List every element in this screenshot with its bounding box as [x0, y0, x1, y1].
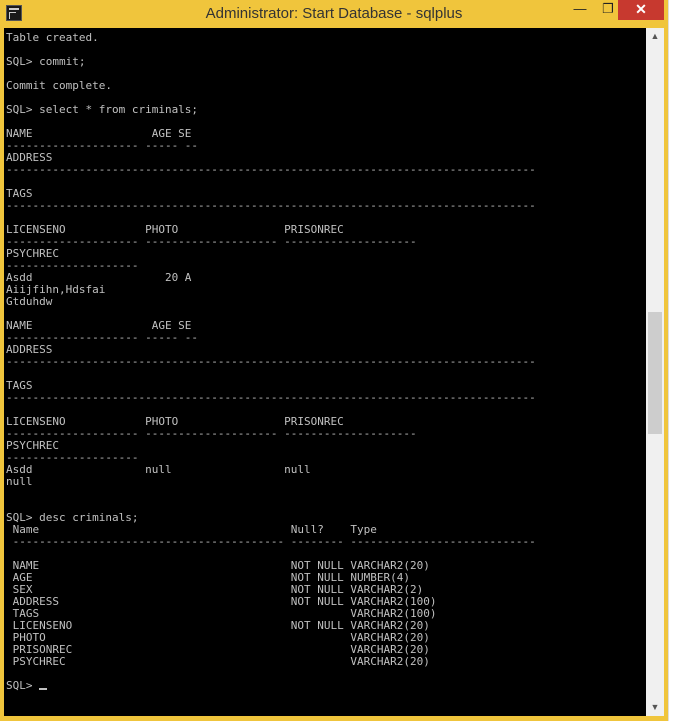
- console-line: Table created.: [6, 31, 99, 44]
- close-button[interactable]: ✕: [618, 0, 664, 20]
- text-cursor: [39, 688, 48, 690]
- console-line: ----------------------------------------…: [6, 163, 536, 176]
- vertical-scrollbar[interactable]: ▲ ▼: [646, 28, 664, 716]
- background-window-edge: [668, 0, 678, 721]
- console-line: ----------------------------------------…: [6, 199, 536, 212]
- console-line: Gtduhdw: [6, 295, 53, 308]
- console-line: ----------------------------------------…: [6, 391, 536, 404]
- scroll-up-icon[interactable]: ▲: [646, 28, 664, 45]
- scroll-thumb[interactable]: [648, 312, 662, 434]
- console-line: SQL> commit;: [6, 55, 86, 68]
- console-text: Table created. SQL> commit; Commit compl…: [4, 28, 646, 692]
- console-line: -------------------- -------------------…: [6, 235, 417, 248]
- title-bar[interactable]: Administrator: Start Database - sqlplus …: [0, 0, 668, 28]
- console-line: ----------------------------------------…: [6, 355, 536, 368]
- console-output[interactable]: Table created. SQL> commit; Commit compl…: [4, 28, 646, 716]
- console-line: SQL>: [6, 679, 40, 692]
- scroll-down-icon[interactable]: ▼: [646, 699, 664, 716]
- console-window: Administrator: Start Database - sqlplus …: [0, 0, 668, 721]
- console-line: Commit complete.: [6, 79, 112, 92]
- console-line: ----------------------------------------…: [6, 535, 536, 548]
- console-line: -------------------- -------------------…: [6, 427, 417, 440]
- console-line: PSYCHREC VARCHAR2(20): [6, 655, 430, 668]
- console-line: SQL> select * from criminals;: [6, 103, 199, 116]
- console-line: Asdd null null: [6, 463, 311, 476]
- minimize-button[interactable]: —: [566, 0, 594, 20]
- console-line: null: [6, 475, 33, 488]
